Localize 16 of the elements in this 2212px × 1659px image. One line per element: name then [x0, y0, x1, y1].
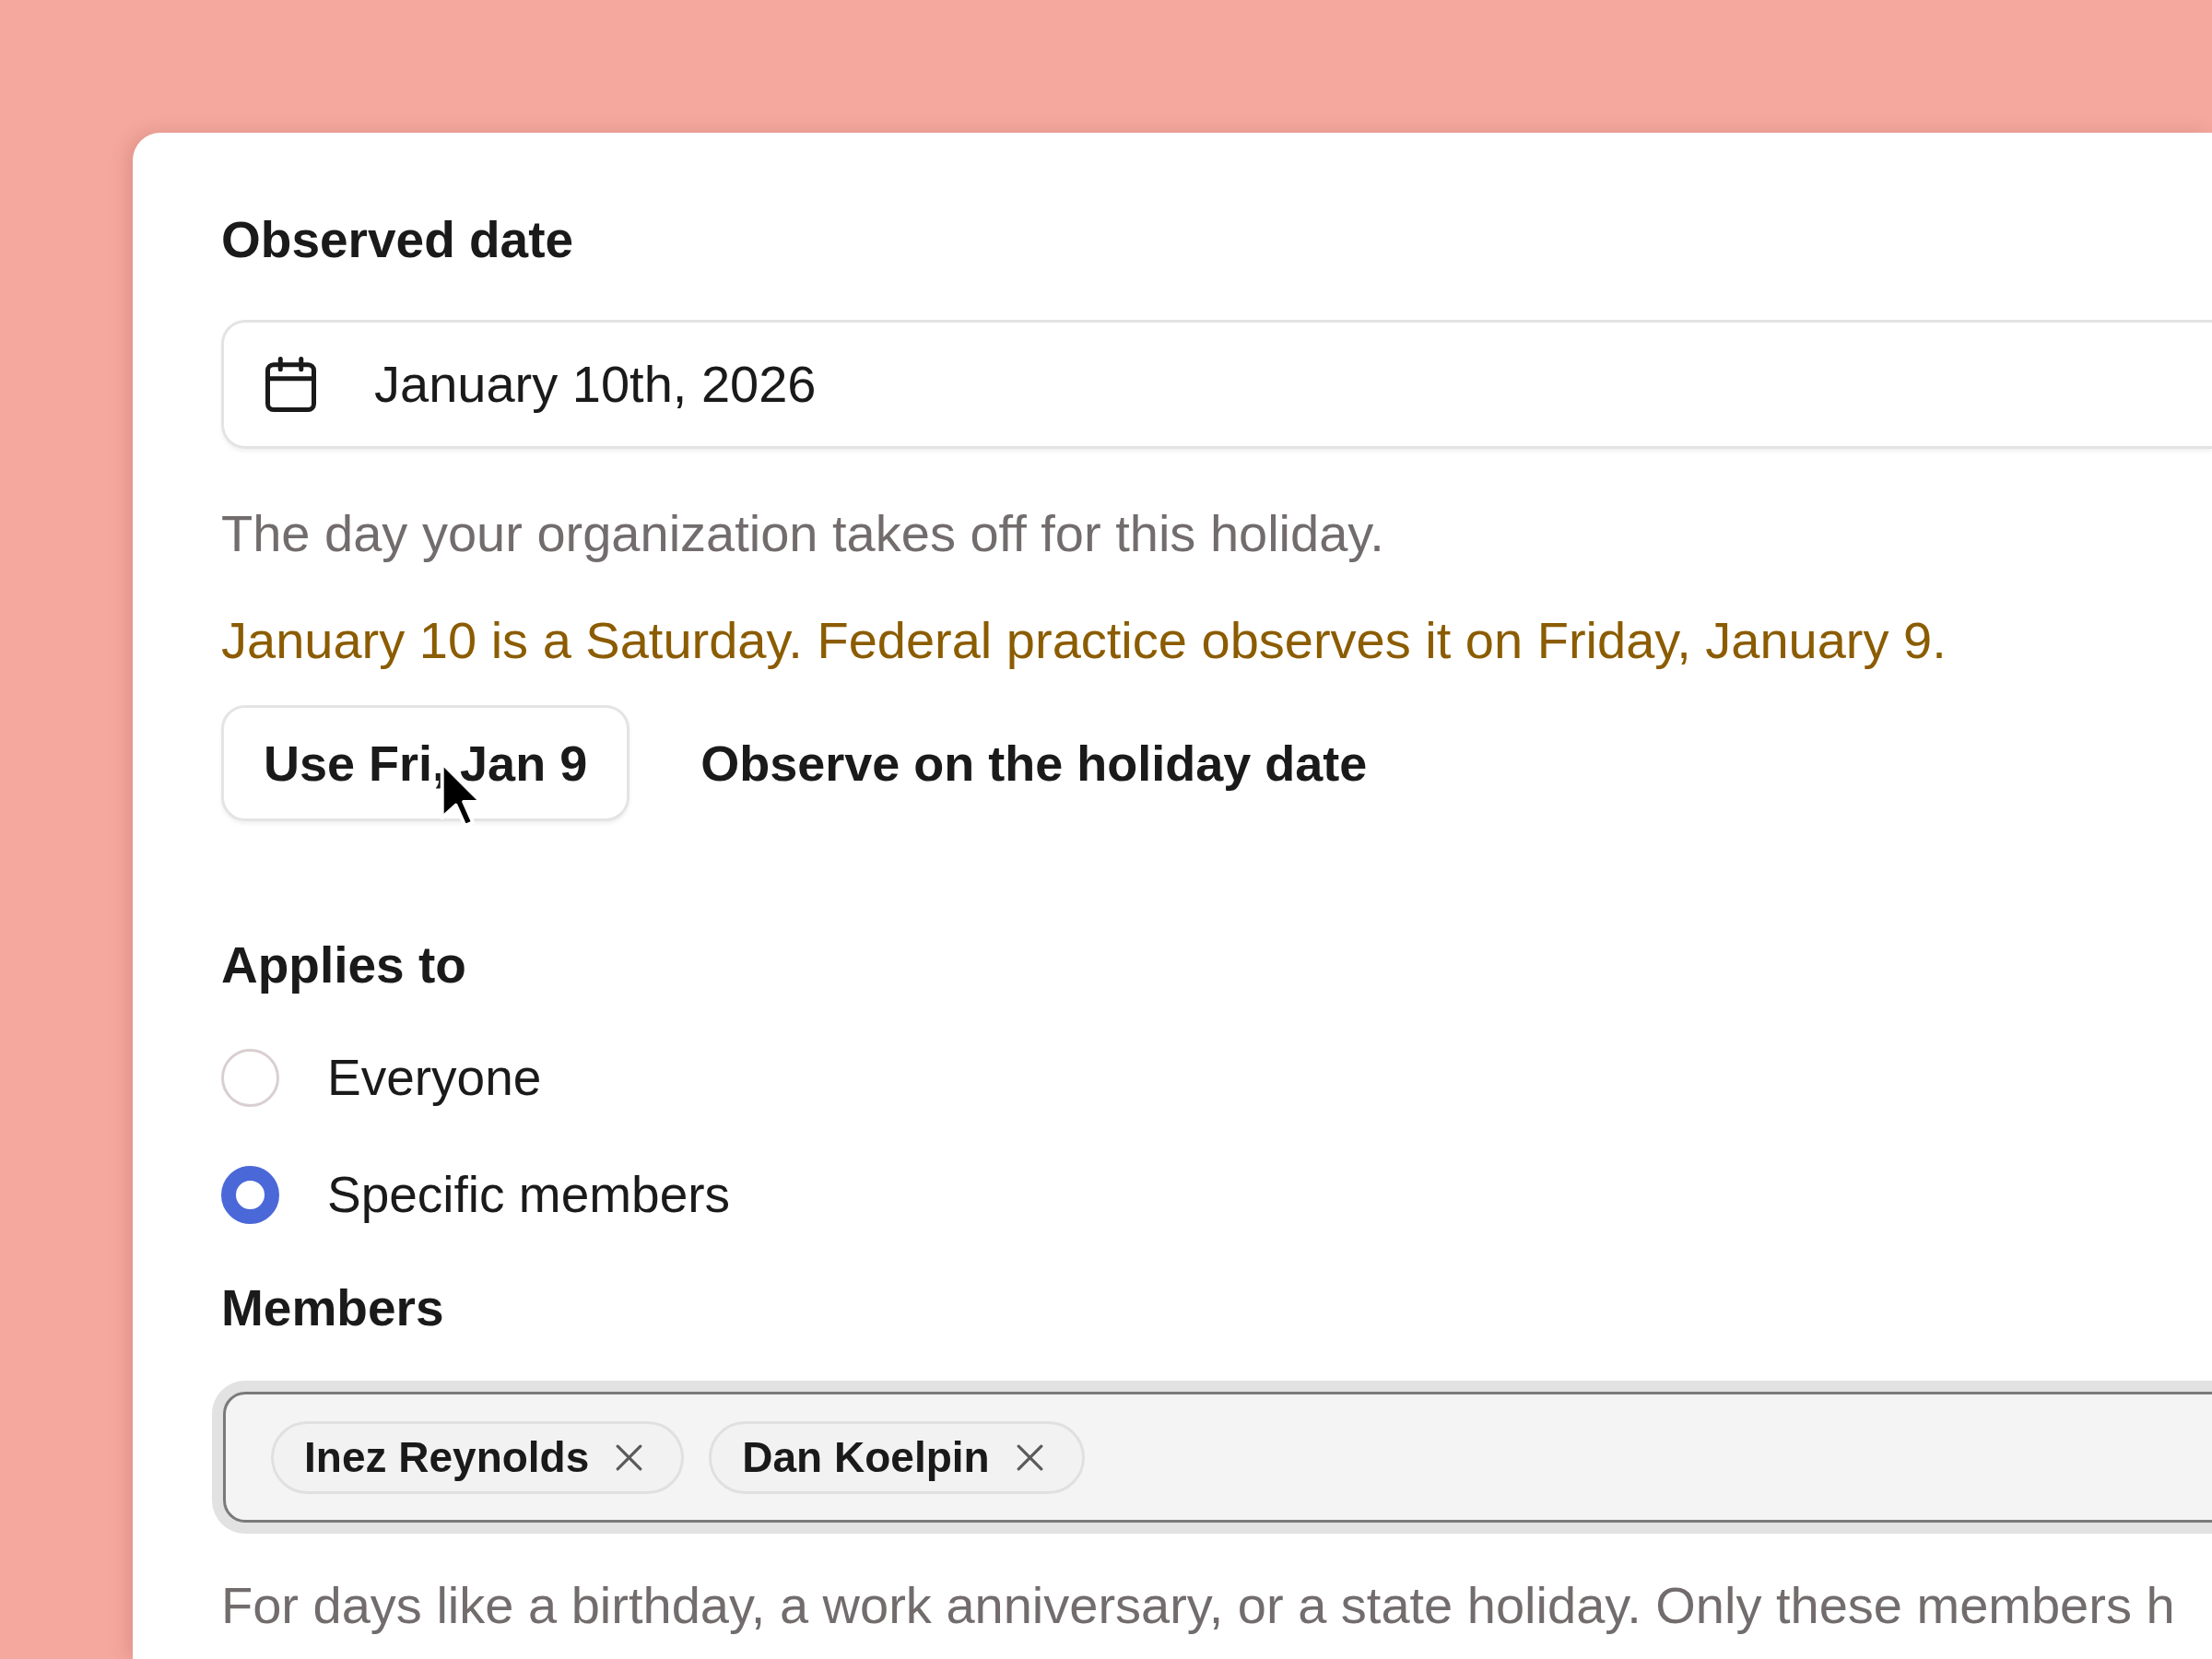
radio-label[interactable]: Everyone: [327, 1046, 542, 1109]
helper-text: For days like a birthday, a work anniversary, or a state holiday. Only these members h: [221, 1575, 2175, 1636]
radio-label[interactable]: Specific members: [327, 1163, 731, 1226]
date-field[interactable]: January 10th, 2026: [221, 320, 2212, 449]
chip-label: Dan Koelpin: [742, 1432, 990, 1483]
use-suggested-date-button[interactable]: Use Fri, Jan 9: [221, 705, 630, 821]
field-label: Observed date: [221, 210, 574, 270]
calendar-icon: [265, 357, 316, 412]
observe-holiday-date-button[interactable]: Observe on the holiday date: [700, 732, 1368, 794]
close-icon[interactable]: [1016, 1443, 1043, 1471]
chip-label: Inez Reynolds: [304, 1432, 590, 1483]
helper-text: The day your organization takes off for this holiday.: [221, 503, 1384, 564]
field-label: Members: [221, 1278, 444, 1338]
warning-text: January 10 is a Saturday. Federal practice observes it on Friday, January 9.: [221, 610, 1947, 671]
field-label: Applies to: [221, 935, 466, 995]
close-icon[interactable]: [616, 1443, 643, 1471]
